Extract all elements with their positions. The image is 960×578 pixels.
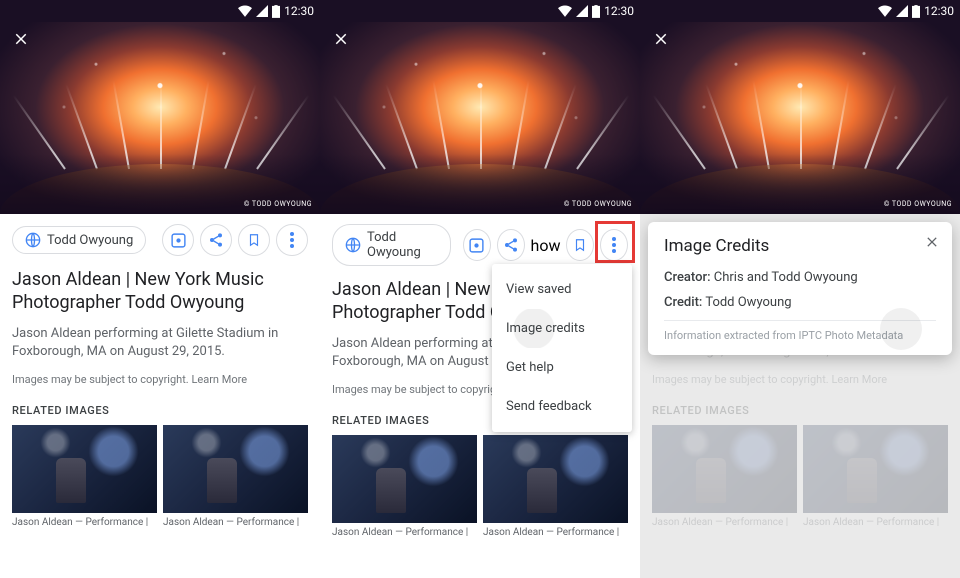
- globe-icon: [345, 237, 361, 253]
- watermark-text: © TODD OWYOUNG: [884, 200, 952, 208]
- source-chip[interactable]: Todd Owyoung: [332, 224, 451, 266]
- image-caption: Jason Aldean performing at Gilette Stadi…: [12, 325, 308, 361]
- watermark-text: © TODD OWYOUNG: [244, 200, 312, 208]
- more-button[interactable]: [276, 224, 308, 256]
- lens-button[interactable]: [162, 224, 194, 256]
- status-bar: 12:30: [320, 0, 640, 22]
- battery-icon: [272, 5, 280, 18]
- related-item[interactable]: Jason Aldean — Performance |: [163, 425, 308, 528]
- related-item[interactable]: Jason Aldean — Performance |: [332, 435, 477, 538]
- menu-send-feedback[interactable]: Send feedback: [492, 387, 632, 426]
- related-item[interactable]: Jason Aldean — Performance |: [12, 425, 157, 528]
- cell-signal-icon: [576, 5, 588, 17]
- dialog-close-icon[interactable]: [924, 234, 940, 250]
- related-caption: Jason Aldean — Performance |: [163, 513, 308, 528]
- related-thumb: [163, 425, 308, 513]
- status-bar: 12:30: [640, 0, 960, 22]
- phone-screen-1: 12:30 © TODD OWYOUNG Todd Owyoung Jason …: [0, 0, 320, 578]
- dialog-title: Image Credits: [664, 236, 936, 256]
- clock-text: 12:30: [924, 4, 954, 18]
- menu-get-help[interactable]: Get help: [492, 348, 632, 387]
- phone-screen-3: 12:30 © TODD OWYOUNG Todd Owyoung Jason …: [640, 0, 960, 578]
- phone-screen-2: 12:30 © TODD OWYOUNG Todd Owyoung how Ja…: [320, 0, 640, 578]
- related-heading: RELATED IMAGES: [12, 404, 308, 417]
- action-row: Todd Owyoung: [12, 224, 308, 256]
- source-chip-label: Todd Owyoung: [47, 233, 133, 248]
- share-button[interactable]: [200, 224, 232, 256]
- hero-image[interactable]: © TODD OWYOUNG: [640, 0, 960, 214]
- image-credits-dialog: Image Credits Creator: Chris and Todd Ow…: [648, 222, 952, 355]
- cell-signal-icon: [896, 5, 908, 17]
- more-button[interactable]: [600, 229, 628, 261]
- close-icon[interactable]: [332, 30, 350, 48]
- credit-label: Credit:: [664, 295, 702, 310]
- cell-signal-icon: [256, 5, 268, 17]
- related-item[interactable]: Jason Aldean — Performance |: [483, 435, 628, 538]
- battery-icon: [592, 5, 600, 18]
- related-caption: Jason Aldean — Performance |: [12, 513, 157, 528]
- copyright-text: Images may be subject to copyright.: [12, 373, 189, 386]
- source-chip-label: Todd Owyoung: [367, 230, 438, 260]
- creator-label: Creator:: [664, 270, 711, 285]
- related-row: Jason Aldean — Performance | Jason Aldea…: [12, 425, 308, 528]
- status-bar: 12:30: [0, 0, 320, 22]
- source-chip[interactable]: Todd Owyoung: [12, 226, 146, 254]
- clock-text: 12:30: [284, 4, 314, 18]
- creator-row: Creator: Chris and Todd Owyoung: [664, 270, 936, 285]
- learn-more-link[interactable]: Learn More: [191, 373, 247, 386]
- content-area: Todd Owyoung Jason Aldean | New York Mus…: [0, 214, 320, 578]
- copyright-notice: Images may be subject to copyright. Lear…: [12, 373, 308, 386]
- clock-text: 12:30: [604, 4, 634, 18]
- watermark-text: © TODD OWYOUNG: [564, 200, 632, 208]
- bookmark-button[interactable]: [238, 224, 270, 256]
- share-button[interactable]: [497, 229, 525, 261]
- hero-image[interactable]: © TODD OWYOUNG: [320, 0, 640, 214]
- wifi-icon: [238, 5, 252, 17]
- menu-view-saved[interactable]: View saved: [492, 270, 632, 309]
- stage-lights: [0, 79, 320, 169]
- bookmark-button[interactable]: [566, 229, 594, 261]
- close-icon[interactable]: [652, 30, 670, 48]
- creator-value: Chris and Todd Owyoung: [714, 270, 858, 285]
- credit-value: Todd Owyoung: [705, 295, 791, 310]
- menu-image-credits[interactable]: Image credits: [492, 309, 632, 348]
- battery-icon: [912, 5, 920, 18]
- overflow-menu: View saved Image credits Get help Send f…: [492, 264, 632, 432]
- wifi-icon: [558, 5, 572, 17]
- globe-icon: [25, 232, 41, 248]
- related-thumb: [12, 425, 157, 513]
- image-title: Jason Aldean | New York Music Photograph…: [12, 268, 308, 315]
- touch-ripple: [880, 308, 922, 350]
- wifi-icon: [878, 5, 892, 17]
- lens-button[interactable]: [463, 229, 491, 261]
- close-icon[interactable]: [12, 30, 30, 48]
- hero-image[interactable]: © TODD OWYOUNG: [0, 0, 320, 214]
